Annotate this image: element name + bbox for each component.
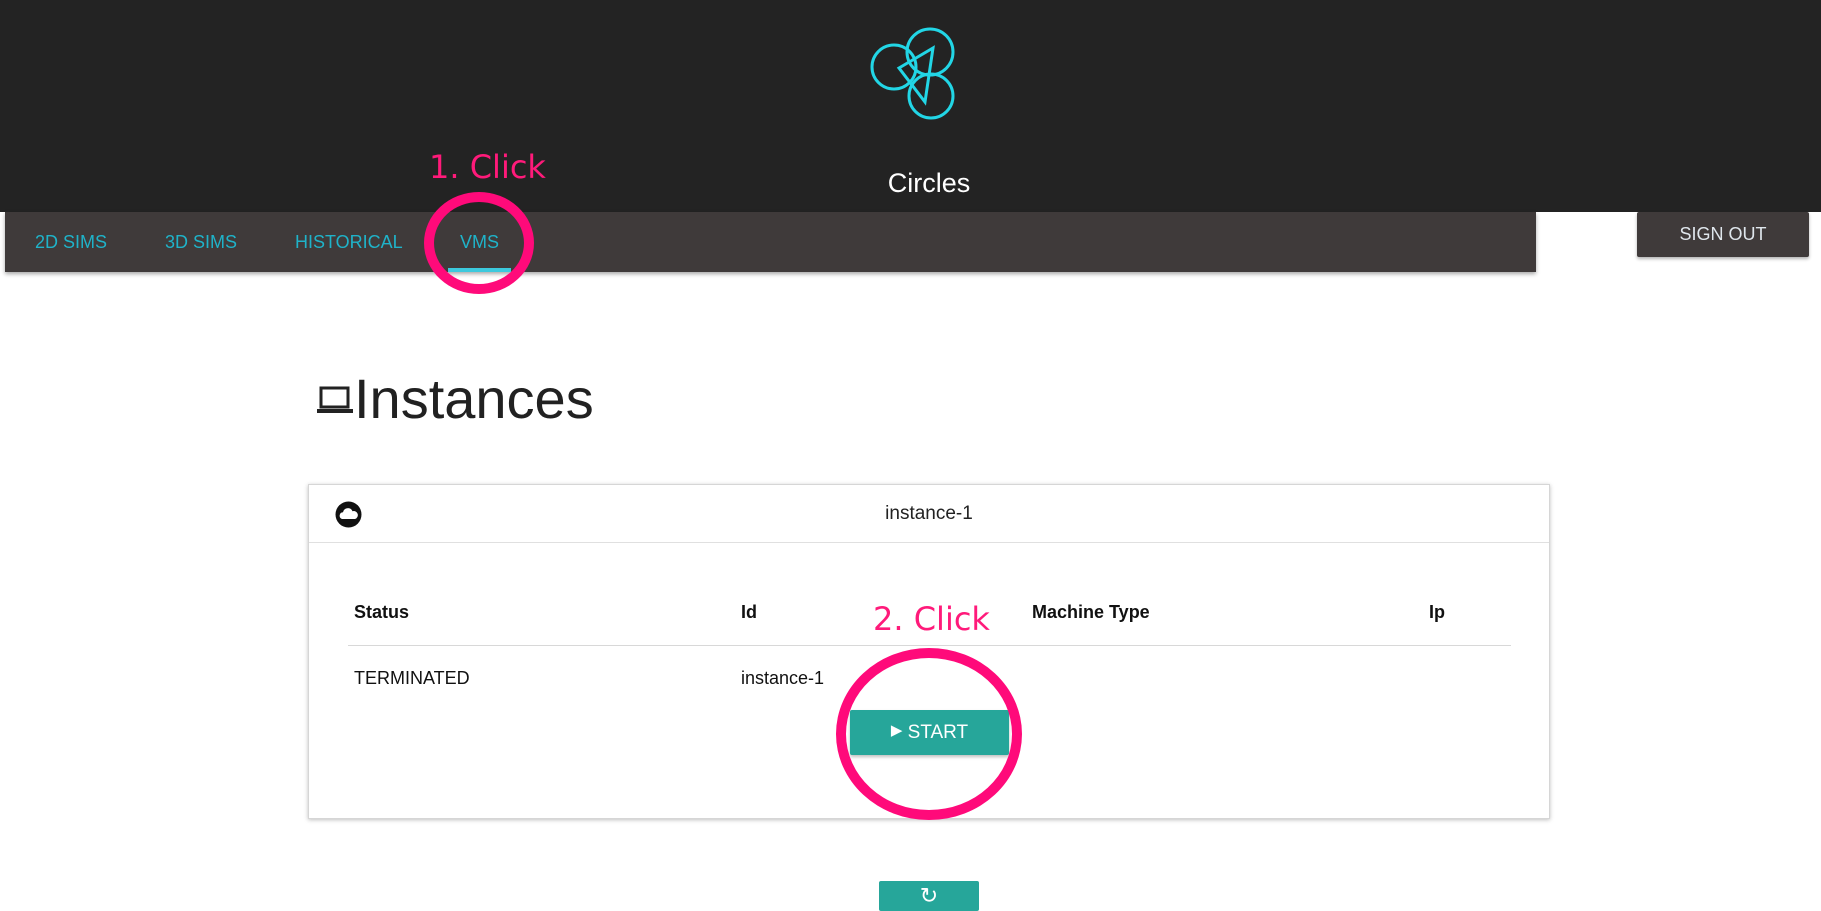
main-nav: 2D SIMS 3D SIMS HISTORICAL VMS (5, 212, 1536, 272)
column-header-ip: Ip (1429, 602, 1445, 622)
circles-logo-icon (870, 27, 955, 120)
annotation-step-2: 2. Click (873, 600, 990, 638)
instance-card: instance-1 Status Id Machine Type Ip TER… (308, 484, 1550, 819)
page-title: Instances (354, 367, 594, 430)
start-button-label: START (907, 721, 969, 743)
play-icon: ▶ (890, 721, 903, 739)
column-header-machine-type: Machine Type (1032, 602, 1150, 622)
table-divider (348, 645, 1511, 646)
annotation-step-1: 1. Click (429, 148, 546, 186)
app-header: Circles (0, 0, 1821, 212)
tab-3d-sims[interactable]: 3D SIMS (165, 212, 237, 272)
laptop-icon (317, 386, 353, 413)
tab-historical[interactable]: HISTORICAL (295, 212, 403, 272)
cell-id: instance-1 (741, 668, 825, 688)
tab-vms[interactable]: VMS (447, 212, 512, 272)
tab-2d-sims[interactable]: 2D SIMS (35, 212, 107, 272)
column-header-id: Id (741, 602, 757, 622)
column-header-status: Status (354, 602, 410, 622)
refresh-icon: ↻ (919, 883, 939, 908)
start-button[interactable]: ▶ START (850, 710, 1009, 755)
instance-card-header[interactable]: instance-1 (309, 485, 1549, 543)
cell-status: TERMINATED (354, 668, 470, 688)
app-title: Circles (887, 168, 971, 198)
refresh-button[interactable]: ↻ (879, 881, 979, 911)
sign-out-button[interactable]: SIGN OUT (1637, 212, 1809, 257)
instance-name: instance-1 (885, 503, 973, 524)
